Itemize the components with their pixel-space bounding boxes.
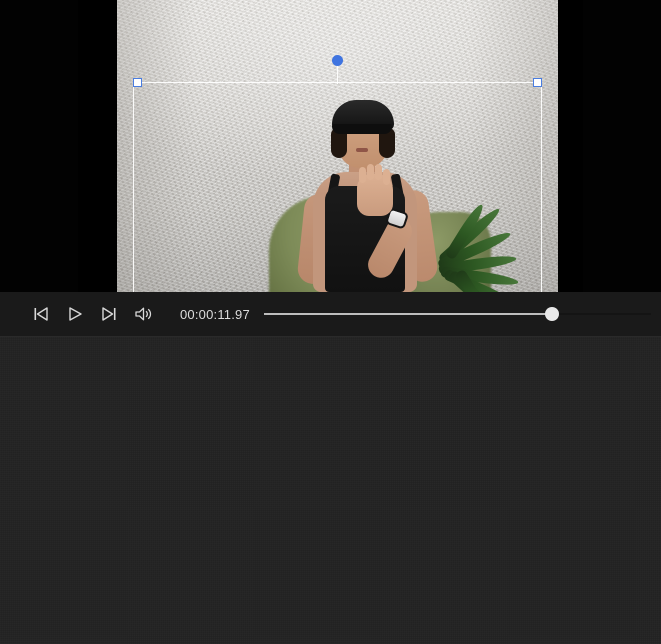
next-frame-icon (102, 307, 116, 321)
letterbox-right (581, 0, 661, 292)
video-editor-window: 00:00:11.97 Chroma Key Effect On + Add C… (0, 0, 661, 644)
plant (435, 202, 558, 292)
play-icon (69, 307, 82, 321)
volume-button[interactable] (126, 297, 160, 331)
video-preview[interactable] (0, 0, 661, 292)
play-button[interactable] (58, 297, 92, 331)
next-frame-button[interactable] (92, 297, 126, 331)
timeline-slider[interactable] (263, 304, 651, 324)
resize-handle-top-left[interactable] (133, 78, 142, 87)
letterbox-inner-right (558, 0, 583, 292)
video-frame (117, 0, 558, 292)
transport-bar: 00:00:11.97 (0, 292, 661, 337)
letterbox-left (0, 0, 78, 292)
resize-handle-top-right[interactable] (533, 78, 542, 87)
selection-edge-right (541, 82, 542, 292)
prev-frame-button[interactable] (24, 297, 58, 331)
prev-frame-icon (34, 307, 48, 321)
timecode: 00:00:11.97 (180, 306, 250, 322)
rotate-handle[interactable] (332, 55, 343, 66)
timeline-thumb[interactable] (545, 307, 560, 321)
person (296, 98, 440, 292)
timeline-fill (263, 313, 553, 315)
volume-icon (135, 307, 152, 321)
letterbox-inner-left (78, 0, 117, 292)
selection-edge-left (133, 82, 134, 292)
chroma-key-panel: Chroma Key Effect On + Add Color Select … (0, 337, 661, 644)
